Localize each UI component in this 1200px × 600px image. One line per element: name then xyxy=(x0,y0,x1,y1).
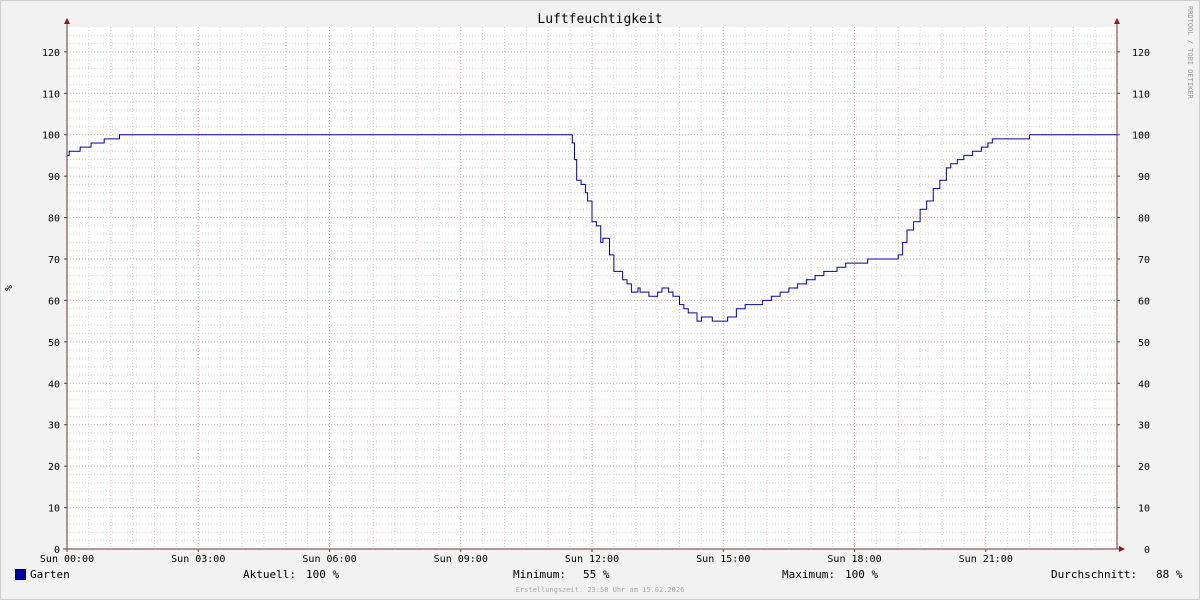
x-tick-label: Sun 09:00 xyxy=(434,554,488,565)
y-tick-labels-left: 0102030405060708090100110120 xyxy=(42,48,60,556)
y-tick-label-left: 20 xyxy=(48,462,60,473)
y-tick-labels-right: 0 10 20 30 40 50 60 70 80 90 100 110 120 xyxy=(1132,48,1150,556)
y-axis-label: % xyxy=(4,285,15,291)
legend-swatch xyxy=(15,569,26,583)
y-tick-label-right: 120 xyxy=(1132,48,1150,59)
y-tick-label-right: 90 xyxy=(1138,172,1150,183)
maximum-value: 100 % xyxy=(845,568,879,581)
y-tick-label-left: 90 xyxy=(48,172,60,183)
average-value: 88 % xyxy=(1156,568,1183,581)
y-tick-label-left: 120 xyxy=(42,48,60,59)
y-tick-label-left: 50 xyxy=(48,338,60,349)
y-tick-label-left: 110 xyxy=(42,89,60,100)
y-tick-label-right: 110 xyxy=(1132,89,1150,100)
y-tick-label-right: 40 xyxy=(1138,379,1150,390)
legend-series-name: Garten xyxy=(30,568,70,581)
aktuell-label: Aktuell: xyxy=(243,568,296,581)
y-tick-label-left: 70 xyxy=(48,255,60,266)
watermark-text: RRDTOOL / TOBI OETIKER xyxy=(1186,6,1194,100)
y-tick-label-left: 100 xyxy=(42,131,60,142)
y-tick-label-right: 50 xyxy=(1138,338,1150,349)
x-tick-label: Sun 00:00 xyxy=(40,554,94,565)
maximum-label: Maximum: xyxy=(782,568,835,581)
x-tick-label: Sun 18:00 xyxy=(827,554,881,565)
y-axis-arrow-left xyxy=(64,18,70,24)
x-tick-label: Sun 03:00 xyxy=(171,554,225,565)
x-tick-labels: Sun 00:00 Sun 03:00 Sun 06:00 Sun 09:00 Sun … xyxy=(40,554,1013,565)
chart-title: Luftfeuchtigkeit xyxy=(537,12,662,27)
y-tick-label-right: 80 xyxy=(1138,214,1150,225)
y-tick-label-right: 0 xyxy=(1144,545,1150,556)
y-tick-label-left: 10 xyxy=(48,504,60,515)
y-tick-label-right: 60 xyxy=(1138,296,1150,307)
y-tick-label-right: 20 xyxy=(1138,462,1150,473)
y-tick-label-right: 10 xyxy=(1138,504,1150,515)
y-tick-label-right: 100 xyxy=(1132,131,1150,142)
x-tick-label: Sun 06:00 xyxy=(302,554,356,565)
y-tick-label-right: 30 xyxy=(1138,421,1150,432)
x-tick-label: Sun 12:00 xyxy=(565,554,619,565)
y-tick-label-right: 70 xyxy=(1138,255,1150,266)
average-label: Durchschnitt: xyxy=(1051,568,1138,581)
footer-timestamp: Erstellungszeit: 23:58 Uhr am 15.02.2026 xyxy=(516,586,685,594)
chart: 0 10 20 30 40 50 60 70 80 90 100 110 120 0 10 20 30 40 50… xyxy=(4,6,1194,594)
y-tick-label-left: 80 xyxy=(48,214,60,225)
y-tick-label-left: 40 xyxy=(48,379,60,390)
minimum-label: Minimum: xyxy=(513,568,566,581)
y-tick-label-left: 60 xyxy=(48,296,60,307)
y-tick-label-left: 30 xyxy=(48,421,60,432)
x-tick-label: Sun 21:00 xyxy=(959,554,1013,565)
aktuell-value: 100 % xyxy=(306,568,340,581)
x-tick-label: Sun 15:00 xyxy=(696,554,750,565)
y-axis-arrow-right xyxy=(1114,18,1120,24)
minimum-value: 55 % xyxy=(583,568,610,581)
legend: Garten Aktuell: 100 % Minimum: 55 % Maxi… xyxy=(0,568,1200,584)
